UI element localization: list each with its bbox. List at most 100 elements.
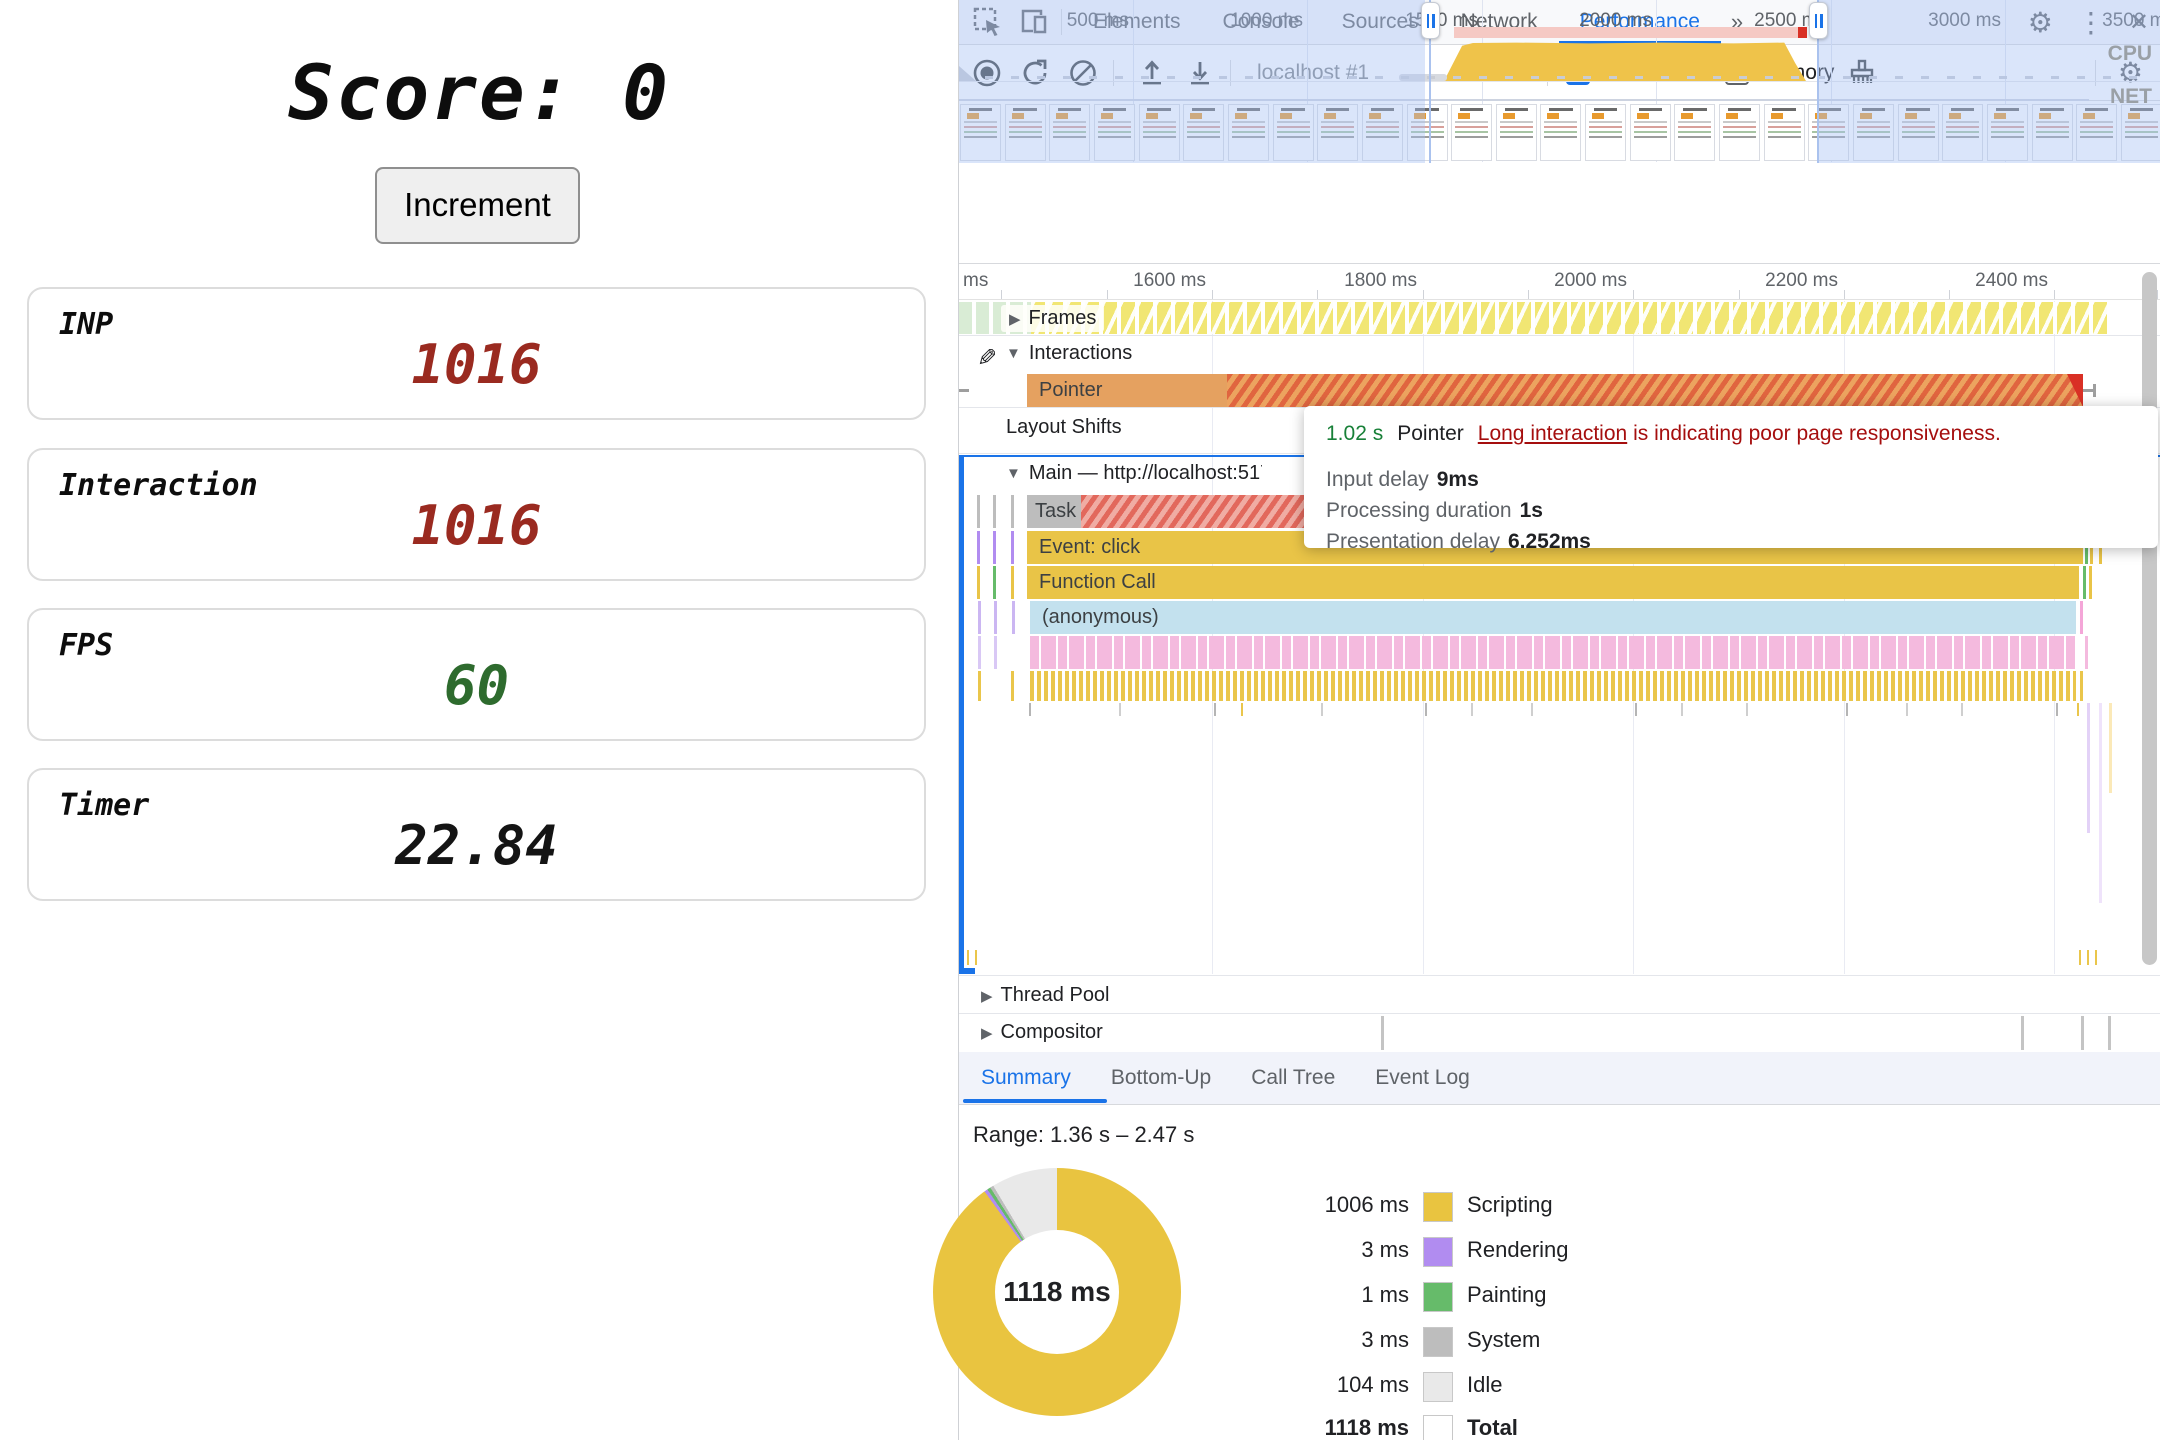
legend-swatch-idle [1423, 1372, 1453, 1402]
demo-page: Score: 0 Increment INP 1016 Interaction … [0, 0, 958, 1440]
bottom-tab-bar: Summary Bottom-Up Call Tree Event Log [959, 1052, 2160, 1105]
fps-card: FPS 60 [27, 608, 926, 741]
cpu-label: CPU [2107, 42, 2152, 65]
filmstrip-thumbnail[interactable] [1674, 104, 1716, 161]
tab-call-tree[interactable]: Call Tree [1251, 1066, 1335, 1090]
function-call-bar[interactable]: Function Call [1027, 566, 2079, 599]
legend-swatch-scripting [1423, 1192, 1453, 1222]
overview-dim-right [1819, 0, 2160, 163]
expand-triangle-icon[interactable]: ▶ [1009, 310, 1021, 328]
legend-label: Total [1467, 1415, 1518, 1440]
legend-value: 104 ms [1336, 1372, 1409, 1397]
tooltip-type: Pointer [1397, 422, 1464, 445]
filmstrip-thumbnail[interactable] [1451, 104, 1493, 161]
pointer-red-tip [2067, 374, 2083, 407]
tooltip-row: Input delay 9ms [1326, 468, 1479, 491]
micro-tasks-row[interactable] [1030, 636, 2076, 669]
increment-button[interactable]: Increment [375, 167, 580, 244]
active-tab-underline [963, 1099, 1107, 1103]
timer-card-value: 22.84 [395, 814, 558, 877]
ruler-tick: 1800 ms [1344, 270, 1417, 291]
legend-label: Scripting [1467, 1192, 1553, 1217]
filmstrip-thumbnail[interactable] [1629, 104, 1671, 161]
selection-right-handle[interactable] [1809, 2, 1828, 39]
divider [959, 335, 2160, 336]
tab-bottom-up[interactable]: Bottom-Up [1111, 1066, 1211, 1090]
main-selection-border [959, 455, 964, 974]
legend-swatch-rendering [1423, 1237, 1453, 1267]
inp-card: INP 1016 [27, 287, 926, 420]
ruler-tick: 2000 ms [1554, 270, 1627, 291]
score-heading: Score: 0 [287, 48, 671, 137]
flamechart-ruler[interactable]: ms 1600 ms 1800 ms 2000 ms 2200 ms 2400 … [959, 264, 2160, 300]
inp-card-value: 1016 [411, 333, 542, 396]
legend-label: Rendering [1467, 1237, 1569, 1262]
tooltip-headline: 1.02 s Pointer Long interaction is indicat… [1326, 422, 2136, 446]
timer-card: Timer 22.84 [27, 768, 926, 901]
legend-swatch-total [1423, 1415, 1453, 1440]
legend-swatch-system [1423, 1327, 1453, 1357]
frames-partial-bar[interactable] [1031, 302, 2111, 334]
timeline-overview[interactable]: 500 ms 1000 ms 1500 ms 2000 ms 2500 ms 3… [959, 0, 2160, 163]
tab-summary[interactable]: Summary [981, 1066, 1071, 1090]
filmstrip-thumbnail[interactable] [1495, 104, 1537, 161]
summary-range: Range: 1.36 s – 2.47 s [973, 1122, 1195, 1147]
ruler-tick: 1600 ms [1133, 270, 1206, 291]
task-bar-label-chip[interactable]: Task [1027, 495, 1081, 528]
legend-value: 3 ms [1361, 1327, 1409, 1352]
tooltip-message: is indicating poor page responsiveness. [1633, 422, 2001, 445]
donut-total: 1118 ms [1003, 1276, 1111, 1307]
timer-fires-row[interactable] [1030, 671, 2076, 701]
ruler-tick: 2200 ms [1765, 270, 1838, 291]
selection-left-handle[interactable] [1421, 2, 1440, 39]
filmstrip-thumbnail[interactable] [1540, 104, 1582, 161]
ruler-tick: 2400 ms [1975, 270, 2048, 291]
divider [959, 1013, 2160, 1014]
fps-card-value: 60 [443, 654, 510, 717]
divider [959, 975, 2160, 976]
legend-label: Painting [1467, 1282, 1547, 1307]
legend-value: 1 ms [1361, 1282, 1409, 1307]
legend-value: 1118 ms [1324, 1415, 1409, 1440]
ruler-unit: ms [963, 270, 989, 291]
interaction-tooltip: 1.02 s Pointer Long interaction is indicat… [1304, 406, 2158, 553]
pointer-whisker-left [959, 389, 969, 392]
tooltip-row: Presentation delay 6.252ms [1326, 530, 1591, 553]
collapse-triangle-icon[interactable]: ▼ [1006, 465, 1021, 482]
track-layout-shifts[interactable]: Layout Shifts [1006, 416, 1122, 439]
net-label: NET [2110, 85, 2152, 108]
legend-value: 3 ms [1361, 1237, 1409, 1262]
expand-triangle-icon[interactable]: ▶ [981, 987, 993, 1005]
tooltip-row: Processing duration 1s [1326, 499, 1543, 522]
donut-hole: 1118 ms [995, 1230, 1119, 1354]
track-thread-pool[interactable]: ▶ Thread Pool [981, 984, 1110, 1007]
pointer-label: Pointer [1039, 379, 1103, 401]
track-main[interactable]: ▼ Main — http://localhost:517 [1006, 462, 1262, 485]
track-frames[interactable]: ▶ Frames [1001, 305, 1105, 332]
legend-label: Idle [1467, 1372, 1503, 1397]
tooltip-long-interaction-link[interactable]: Long interaction [1478, 422, 1627, 445]
interaction-card-value: 1016 [411, 494, 542, 557]
collapse-triangle-icon[interactable]: ▼ [1006, 345, 1021, 362]
main-selection-corner [959, 968, 975, 974]
track-interactions[interactable]: ▼ Interactions [1006, 342, 1132, 365]
legend-label: System [1467, 1327, 1541, 1352]
interaction-card: Interaction 1016 [27, 448, 926, 581]
expand-triangle-icon[interactable]: ▶ [981, 1024, 993, 1042]
legend-swatch-painting [1423, 1282, 1453, 1312]
filmstrip-thumbnail[interactable] [1763, 104, 1805, 161]
pointer-whisker-end [2093, 384, 2096, 397]
filmstrip-thumbnail[interactable] [1585, 104, 1627, 161]
vertical-scrollbar[interactable] [2142, 272, 2157, 965]
track-compositor[interactable]: ▶ Compositor [981, 1021, 1103, 1044]
anonymous-bar[interactable]: (anonymous) [1030, 601, 2076, 634]
pointer-interaction-overrun[interactable] [1227, 374, 2083, 407]
overview-dim-left [959, 0, 1425, 163]
tooltip-duration: 1.02 s [1326, 422, 1384, 445]
legend-value: 1006 ms [1324, 1192, 1409, 1217]
tab-event-log[interactable]: Event Log [1375, 1066, 1470, 1090]
devtools-panel: Elements Console Sources Network Perform… [933, 0, 2160, 1440]
annotate-pencil-icon[interactable]: ✎ [977, 344, 997, 373]
filmstrip-thumbnail[interactable] [1719, 104, 1761, 161]
screen: Score: 0 Increment INP 1016 Interaction … [0, 0, 2160, 1440]
